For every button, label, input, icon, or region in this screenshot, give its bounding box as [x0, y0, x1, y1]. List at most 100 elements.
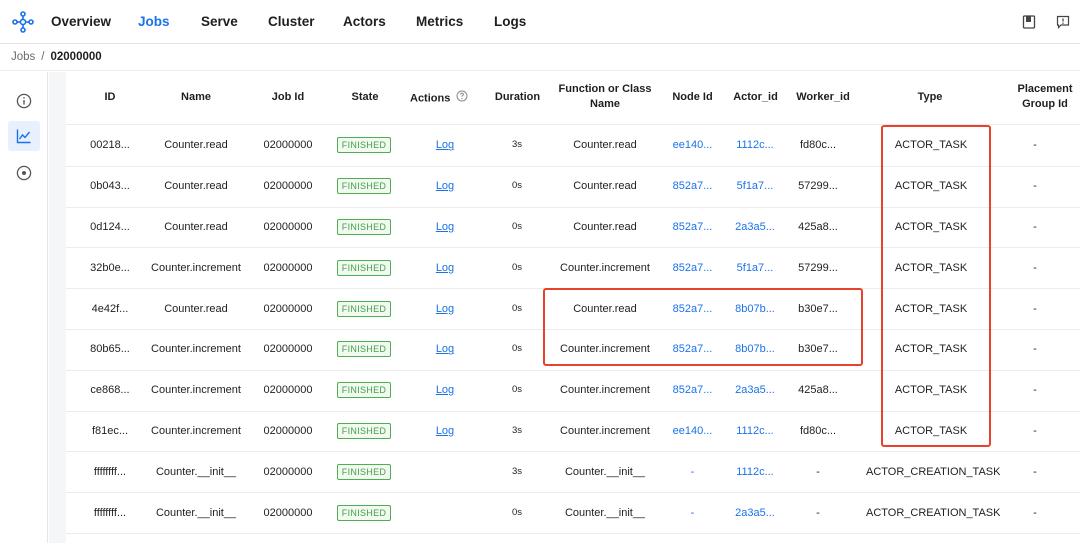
- log-link[interactable]: Log: [425, 261, 465, 275]
- log-link[interactable]: Log: [425, 383, 465, 397]
- col-header-placement[interactable]: Placement Group Id: [1010, 82, 1080, 112]
- highlight-box-shared-actor: [543, 288, 863, 366]
- cell-function: Counter.increment: [560, 261, 650, 274]
- cell-node-id[interactable]: -: [665, 506, 720, 520]
- cell-actor-id[interactable]: 2a3a5...: [726, 506, 784, 520]
- cell-name: Counter.__init__: [155, 465, 237, 478]
- cell-node-id[interactable]: 852a7...: [665, 261, 720, 275]
- cell-job-id: 02000000: [263, 302, 313, 315]
- log-link[interactable]: Log: [425, 302, 465, 316]
- help-circle-icon[interactable]: [456, 90, 468, 107]
- cell-job-id: 02000000: [263, 343, 313, 356]
- cell-id: f81ec...: [91, 425, 129, 437]
- nav-actors[interactable]: Actors: [343, 0, 386, 44]
- col-header-actor-id[interactable]: Actor_id: [728, 90, 783, 105]
- cell-node-id[interactable]: 852a7...: [665, 179, 720, 193]
- cell-node-id[interactable]: 852a7...: [665, 220, 720, 234]
- log-link[interactable]: Log: [425, 220, 465, 234]
- cell-placement: -: [1033, 343, 1037, 356]
- col-header-type[interactable]: Type: [880, 90, 980, 105]
- cell-worker-id: fd80c...: [799, 425, 837, 437]
- nav-metrics[interactable]: Metrics: [416, 0, 463, 44]
- cell-name: Counter.increment: [151, 343, 241, 356]
- cell-actor-id[interactable]: 1112c...: [726, 424, 784, 438]
- col-header-state[interactable]: State: [335, 90, 395, 105]
- cell-worker-id: fd80c...: [799, 139, 837, 152]
- cell-worker-id: 57299...: [798, 261, 838, 274]
- nav-overview[interactable]: Overview: [51, 0, 111, 44]
- nav-jobs[interactable]: Jobs: [138, 0, 170, 44]
- breadcrumb: Jobs / 02000000: [0, 44, 1080, 71]
- chart-line-icon[interactable]: [8, 121, 40, 151]
- cell-placement: -: [1033, 506, 1037, 519]
- col-header-duration[interactable]: Duration: [490, 90, 545, 105]
- target-icon[interactable]: [8, 158, 40, 188]
- cell-function: Counter.read: [573, 180, 637, 193]
- breadcrumb-jobs-link[interactable]: Jobs: [11, 51, 35, 63]
- cell-actor-id[interactable]: 1112c...: [726, 138, 784, 152]
- top-nav: Overview Jobs Serve Cluster Actors Metri…: [0, 0, 1080, 44]
- col-header-job-id[interactable]: Job Id: [258, 90, 318, 105]
- col-header-worker-id[interactable]: Worker_id: [792, 90, 854, 105]
- cell-node-id[interactable]: -: [665, 465, 720, 479]
- feedback-icon[interactable]: [1046, 0, 1080, 44]
- col-header-function[interactable]: Function or Class Name: [555, 82, 655, 112]
- ray-logo-icon[interactable]: [10, 9, 36, 35]
- cell-duration: 0s: [511, 343, 523, 355]
- row-divider: [66, 533, 1080, 534]
- col-header-placement-line1: Placement: [1017, 83, 1073, 95]
- col-header-name[interactable]: Name: [146, 90, 246, 105]
- log-link[interactable]: Log: [425, 179, 465, 193]
- cell-placement: -: [1033, 221, 1037, 233]
- highlight-box-type: [881, 125, 991, 447]
- col-header-actions[interactable]: Actions: [410, 90, 482, 107]
- col-header-id[interactable]: ID: [88, 90, 132, 105]
- cell-id: ffffffff...: [93, 465, 127, 478]
- cell-actor-id[interactable]: 5f1a7...: [726, 261, 784, 275]
- status-badge: FINISHED: [337, 504, 391, 521]
- log-link[interactable]: Log: [425, 138, 465, 152]
- nav-cluster[interactable]: Cluster: [268, 0, 315, 44]
- breadcrumb-separator: /: [41, 51, 45, 63]
- cell-type: ACTOR_CREATION_TASK: [866, 465, 1001, 478]
- info-icon[interactable]: [8, 86, 40, 116]
- log-link[interactable]: Log: [425, 424, 465, 438]
- cell-node-id[interactable]: ee140...: [665, 138, 720, 152]
- cell-job-id: 02000000: [263, 221, 313, 233]
- cell-id: 4e42f...: [91, 302, 129, 315]
- cell-id: ce868...: [90, 384, 130, 397]
- cell-node-id[interactable]: 852a7...: [665, 383, 720, 397]
- cell-actor-id[interactable]: 2a3a5...: [726, 383, 784, 397]
- col-header-node-id[interactable]: Node Id: [665, 90, 720, 105]
- cell-job-id: 02000000: [263, 465, 313, 478]
- cell-function: Counter.read: [573, 139, 637, 152]
- cell-id: ffffffff...: [93, 506, 127, 519]
- book-icon[interactable]: [1012, 0, 1046, 44]
- left-rail: [0, 72, 48, 543]
- nav-serve[interactable]: Serve: [201, 0, 238, 44]
- cell-duration: 0s: [511, 221, 523, 232]
- cell-worker-id: -: [816, 506, 820, 519]
- log-link[interactable]: Log: [425, 342, 465, 356]
- cell-job-id: 02000000: [263, 506, 313, 519]
- row-divider: [66, 451, 1080, 453]
- row-divider: [66, 492, 1080, 494]
- cell-duration: 0s: [511, 261, 523, 273]
- status-badge: FINISHED: [337, 259, 391, 276]
- cell-name: Counter.read: [164, 221, 228, 233]
- col-header-placement-line2: Group Id: [1022, 98, 1068, 110]
- cell-actor-id[interactable]: 5f1a7...: [726, 179, 784, 193]
- col-header-function-line2: Name: [590, 98, 620, 110]
- nav-logs[interactable]: Logs: [494, 0, 526, 44]
- cell-placement: -: [1033, 425, 1037, 437]
- status-badge: FINISHED: [337, 219, 391, 235]
- cell-function: Counter.__init__: [564, 506, 646, 519]
- cell-id: 32b0e...: [90, 261, 130, 274]
- cell-actor-id[interactable]: 1112c...: [726, 465, 784, 479]
- cell-worker-id: 57299...: [798, 180, 838, 193]
- cell-function: Counter.increment: [560, 384, 650, 397]
- status-badge: FINISHED: [337, 178, 391, 195]
- cell-actor-id[interactable]: 2a3a5...: [726, 220, 784, 234]
- cell-name: Counter.read: [164, 180, 228, 193]
- cell-node-id[interactable]: ee140...: [665, 424, 720, 438]
